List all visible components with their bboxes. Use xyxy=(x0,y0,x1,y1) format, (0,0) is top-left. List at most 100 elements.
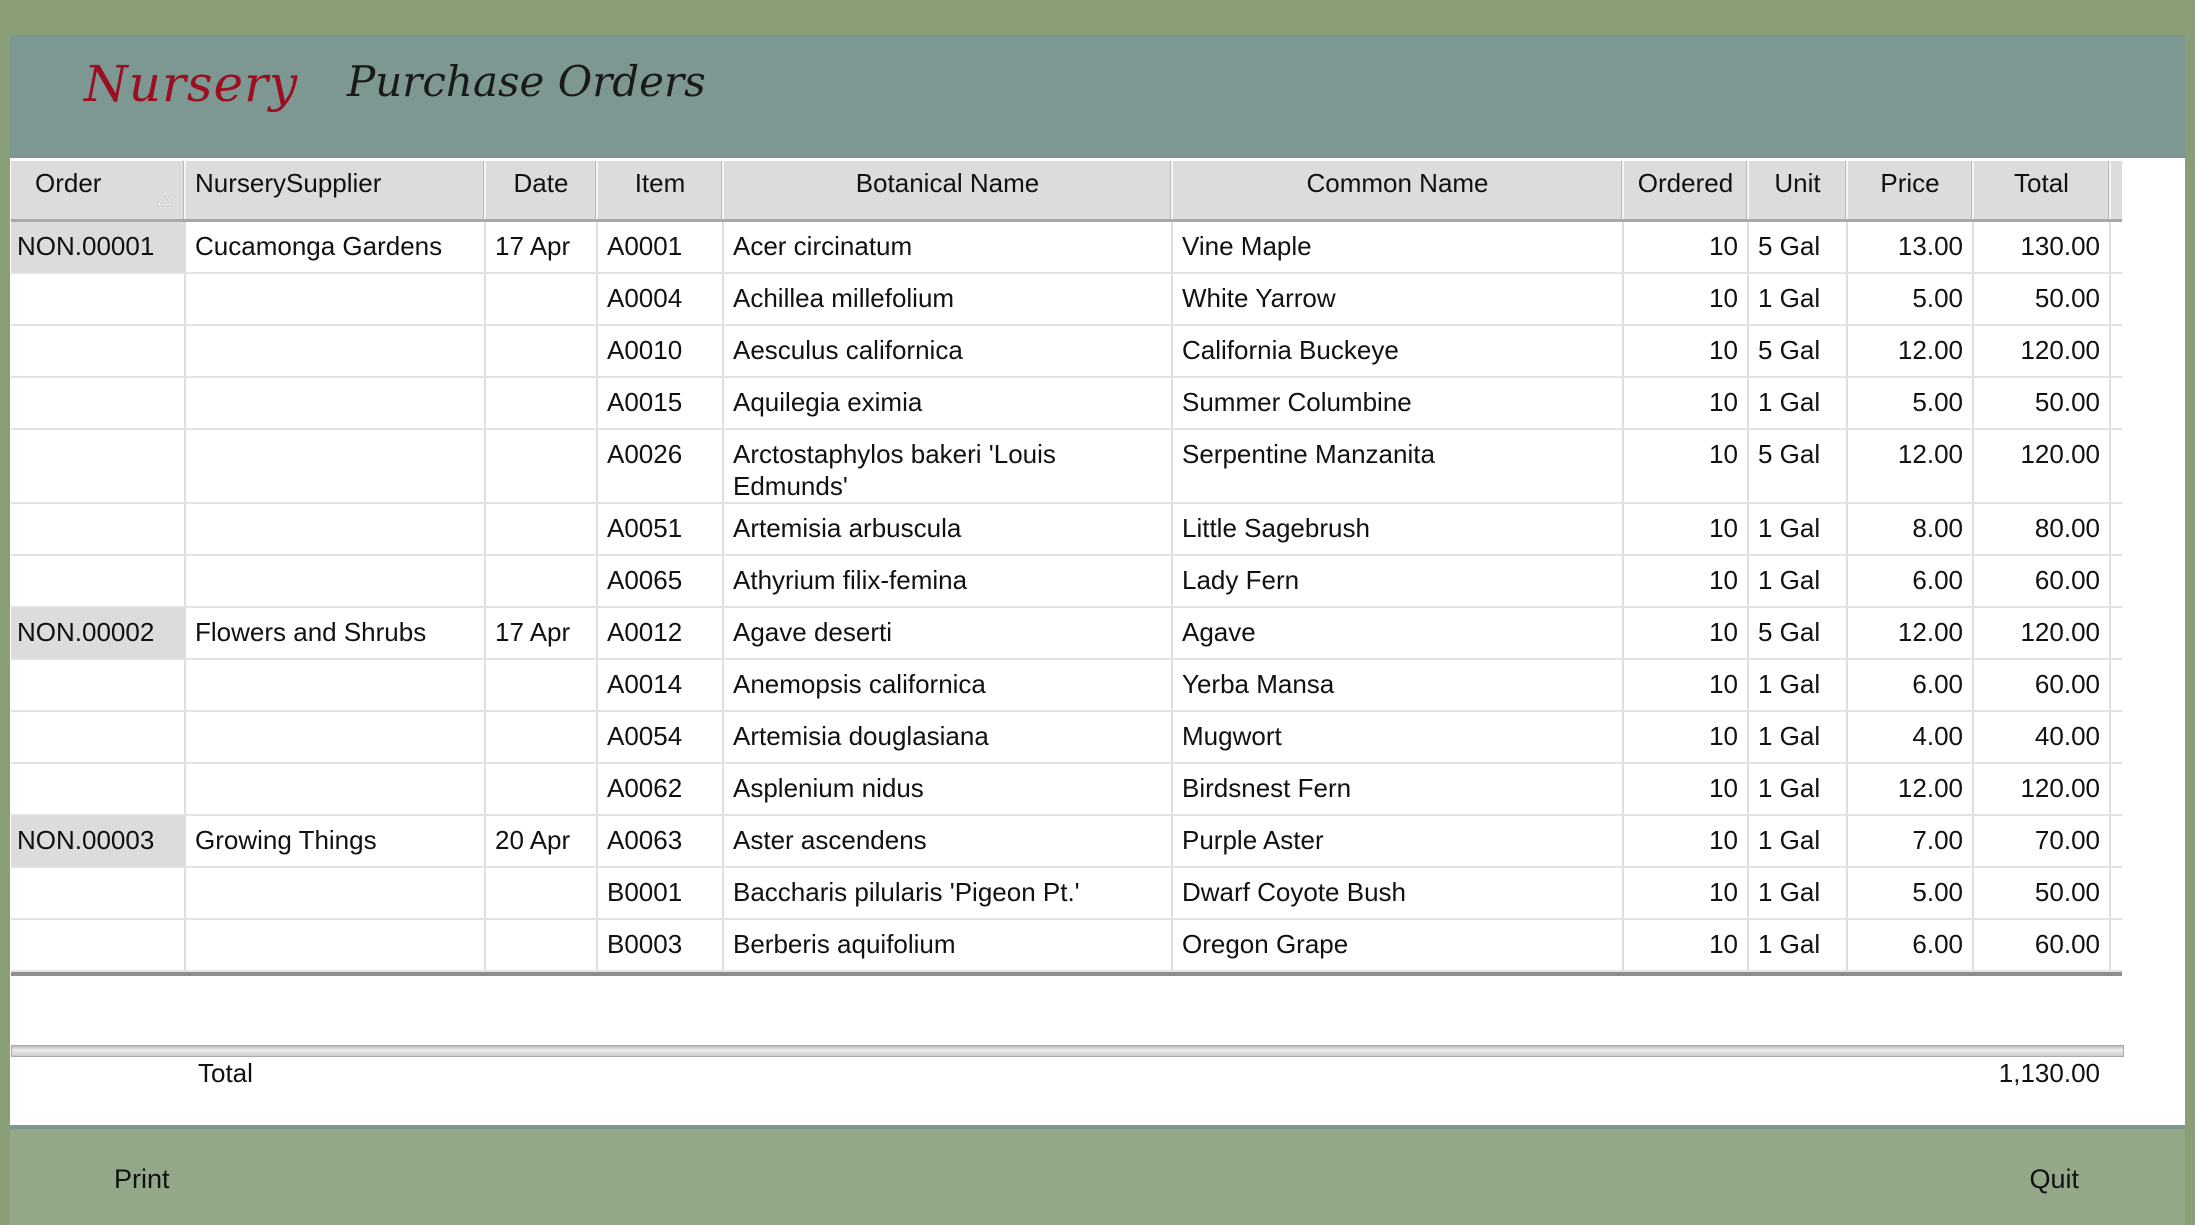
cell-total[interactable]: 120.00 xyxy=(1974,608,2111,658)
table-row[interactable]: A0051 Artemisia arbuscula Little Sagebrush… xyxy=(11,504,2122,556)
column-header-common-name[interactable]: Common Name xyxy=(1173,161,1624,219)
cell-order[interactable] xyxy=(11,712,186,762)
cell-supplier[interactable] xyxy=(186,504,486,554)
cell-date[interactable] xyxy=(486,556,598,606)
cell-item[interactable]: A0001 xyxy=(598,222,724,272)
cell-unit[interactable]: 5 Gal xyxy=(1749,430,1848,502)
cell-item[interactable]: A0062 xyxy=(598,764,724,814)
column-header-order[interactable]: Order △ xyxy=(11,161,186,219)
cell-ordered[interactable]: 10 xyxy=(1624,920,1749,970)
cell-ordered[interactable]: 10 xyxy=(1624,816,1749,866)
cell-item[interactable]: A0065 xyxy=(598,556,724,606)
cell-unit[interactable]: 5 Gal xyxy=(1749,222,1848,272)
cell-price[interactable]: 5.00 xyxy=(1848,378,1974,428)
cell-order[interactable] xyxy=(11,868,186,918)
cell-ordered[interactable]: 10 xyxy=(1624,222,1749,272)
column-header-date[interactable]: Date xyxy=(486,161,598,219)
cell-supplier[interactable] xyxy=(186,274,486,324)
cell-date[interactable]: 17 Apr xyxy=(486,222,598,272)
cell-common-name[interactable]: Little Sagebrush xyxy=(1173,504,1624,554)
cell-date[interactable] xyxy=(486,920,598,970)
cell-supplier[interactable]: Growing Things xyxy=(186,816,486,866)
cell-order[interactable] xyxy=(11,556,186,606)
cell-date[interactable] xyxy=(486,504,598,554)
cell-date[interactable]: 17 Apr xyxy=(486,608,598,658)
cell-order[interactable] xyxy=(11,378,186,428)
cell-botanical-name[interactable]: Achillea millefolium xyxy=(724,274,1173,324)
cell-date[interactable] xyxy=(486,868,598,918)
cell-unit[interactable]: 1 Gal xyxy=(1749,556,1848,606)
cell-botanical-name[interactable]: Aquilegia eximia xyxy=(724,378,1173,428)
sort-ascending-icon[interactable]: △ xyxy=(158,181,172,213)
cell-ordered[interactable]: 10 xyxy=(1624,660,1749,710)
cell-item[interactable]: A0012 xyxy=(598,608,724,658)
cell-common-name[interactable]: Serpentine Manzanita xyxy=(1173,430,1624,502)
table-row[interactable]: A0026 Arctostaphylos bakeri 'Louis Edmund… xyxy=(11,430,2122,504)
cell-total[interactable]: 50.00 xyxy=(1974,378,2111,428)
cell-price[interactable]: 12.00 xyxy=(1848,430,1974,502)
cell-common-name[interactable]: Dwarf Coyote Bush xyxy=(1173,868,1624,918)
cell-botanical-name[interactable]: Agave deserti xyxy=(724,608,1173,658)
cell-order[interactable] xyxy=(11,326,186,376)
column-header-botanical-name[interactable]: Botanical Name xyxy=(724,161,1173,219)
cell-price[interactable]: 12.00 xyxy=(1848,608,1974,658)
cell-order[interactable] xyxy=(11,504,186,554)
cell-item[interactable]: B0003 xyxy=(598,920,724,970)
cell-ordered[interactable]: 10 xyxy=(1624,764,1749,814)
cell-supplier[interactable] xyxy=(186,764,486,814)
cell-unit[interactable]: 1 Gal xyxy=(1749,868,1848,918)
cell-date[interactable]: 20 Apr xyxy=(486,816,598,866)
cell-item[interactable]: A0014 xyxy=(598,660,724,710)
table-row[interactable]: A0010 Aesculus californica California Buck… xyxy=(11,326,2122,378)
cell-botanical-name[interactable]: Artemisia arbuscula xyxy=(724,504,1173,554)
cell-ordered[interactable]: 10 xyxy=(1624,868,1749,918)
cell-item[interactable]: B0001 xyxy=(598,868,724,918)
cell-common-name[interactable]: California Buckeye xyxy=(1173,326,1624,376)
cell-ordered[interactable]: 10 xyxy=(1624,504,1749,554)
cell-order[interactable] xyxy=(11,430,186,502)
cell-date[interactable] xyxy=(486,378,598,428)
cell-price[interactable]: 6.00 xyxy=(1848,556,1974,606)
cell-date[interactable] xyxy=(486,274,598,324)
cell-order[interactable] xyxy=(11,764,186,814)
cell-supplier[interactable] xyxy=(186,556,486,606)
cell-price[interactable]: 4.00 xyxy=(1848,712,1974,762)
table-row[interactable]: B0001 Baccharis pilularis 'Pigeon Pt.' Dwa… xyxy=(11,868,2122,920)
cell-unit[interactable]: 1 Gal xyxy=(1749,274,1848,324)
cell-price[interactable]: 13.00 xyxy=(1848,222,1974,272)
cell-date[interactable] xyxy=(486,660,598,710)
column-header-ordered[interactable]: Ordered xyxy=(1624,161,1749,219)
cell-unit[interactable]: 5 Gal xyxy=(1749,326,1848,376)
column-header-item[interactable]: Item xyxy=(598,161,724,219)
cell-botanical-name[interactable]: Asplenium nidus xyxy=(724,764,1173,814)
cell-common-name[interactable]: Birdsnest Fern xyxy=(1173,764,1624,814)
cell-supplier[interactable] xyxy=(186,712,486,762)
cell-common-name[interactable]: Purple Aster xyxy=(1173,816,1624,866)
cell-total[interactable]: 50.00 xyxy=(1974,274,2111,324)
cell-supplier[interactable] xyxy=(186,430,486,502)
cell-date[interactable] xyxy=(486,326,598,376)
cell-ordered[interactable]: 10 xyxy=(1624,378,1749,428)
cell-botanical-name[interactable]: Athyrium filix-femina xyxy=(724,556,1173,606)
cell-unit[interactable]: 1 Gal xyxy=(1749,920,1848,970)
table-row[interactable]: A0015 Aquilegia eximia Summer Columbine 10 1… xyxy=(11,378,2122,430)
table-row[interactable]: A0065 Athyrium filix-femina Lady Fern 10 1 G… xyxy=(11,556,2122,608)
cell-order[interactable] xyxy=(11,274,186,324)
cell-total[interactable]: 80.00 xyxy=(1974,504,2111,554)
column-header-price[interactable]: Price xyxy=(1848,161,1974,219)
cell-unit[interactable]: 1 Gal xyxy=(1749,378,1848,428)
cell-price[interactable]: 12.00 xyxy=(1848,764,1974,814)
cell-supplier[interactable] xyxy=(186,326,486,376)
cell-supplier[interactable] xyxy=(186,868,486,918)
cell-common-name[interactable]: Lady Fern xyxy=(1173,556,1624,606)
cell-unit[interactable]: 5 Gal xyxy=(1749,608,1848,658)
cell-unit[interactable]: 1 Gal xyxy=(1749,712,1848,762)
cell-botanical-name[interactable]: Acer circinatum xyxy=(724,222,1173,272)
cell-item[interactable]: A0054 xyxy=(598,712,724,762)
cell-unit[interactable]: 1 Gal xyxy=(1749,504,1848,554)
cell-common-name[interactable]: Yerba Mansa xyxy=(1173,660,1624,710)
cell-order[interactable]: NON.00001 xyxy=(11,222,186,272)
cell-price[interactable]: 8.00 xyxy=(1848,504,1974,554)
cell-price[interactable]: 7.00 xyxy=(1848,816,1974,866)
cell-item[interactable]: A0063 xyxy=(598,816,724,866)
